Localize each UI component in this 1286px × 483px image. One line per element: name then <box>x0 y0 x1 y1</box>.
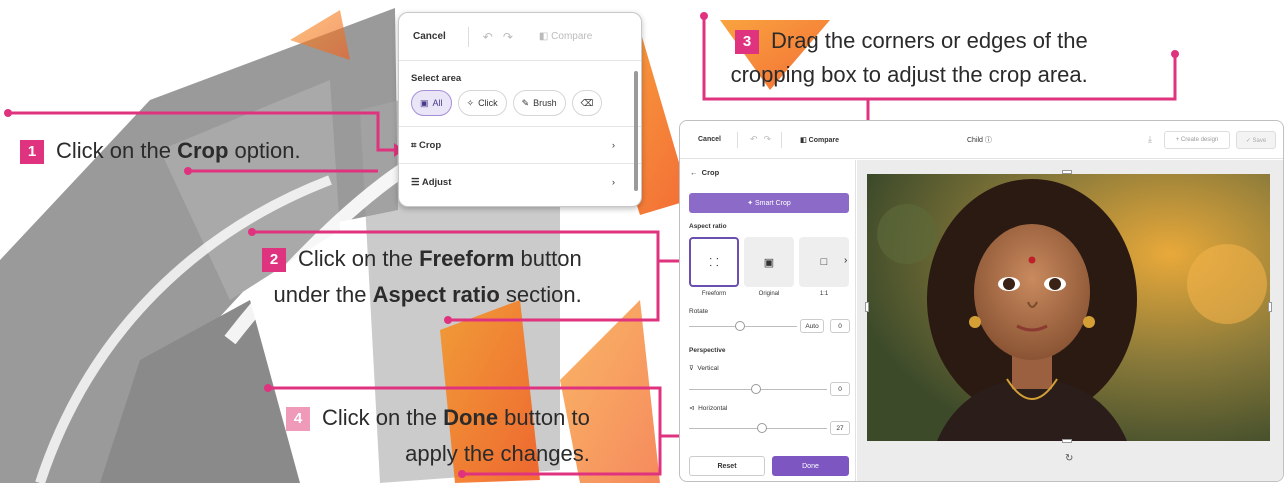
file-name: Child ⓘ <box>967 136 992 144</box>
undo-icon[interactable]: ↶ <box>750 134 758 145</box>
square-icon: □ <box>820 256 828 268</box>
download-icon[interactable]: ⤓ <box>1148 134 1152 145</box>
child-photo <box>867 174 1270 441</box>
done-button[interactable]: Done <box>772 456 849 476</box>
vertical-label: ⊽ Vertical <box>689 365 719 372</box>
panel-toolbar: Cancel ↶ ↷ ◧ Compare <box>399 13 641 61</box>
crop-icon: ⌗ <box>411 139 417 151</box>
perspective-label: Perspective <box>689 347 726 354</box>
horizontal-value[interactable]: 27 <box>830 421 850 435</box>
cancel-button[interactable]: Cancel <box>413 31 446 42</box>
original-ratio-button[interactable]: ▣ <box>744 237 794 287</box>
step-3-number: 3 <box>735 30 759 54</box>
editor-toolbar: Cancel ↶ ↷ ◧ Compare Child ⓘ ⤓ + Create … <box>680 121 1283 159</box>
smart-crop-button[interactable]: ✦ Smart Crop <box>689 193 849 213</box>
reset-button[interactable]: Reset <box>689 456 765 476</box>
arrow-left-icon: ← <box>690 168 698 177</box>
crop-handle-right[interactable] <box>1268 302 1272 312</box>
eraser-icon: ⌫ <box>580 97 594 108</box>
info-icon[interactable]: ⓘ <box>985 137 992 144</box>
cancel-button[interactable]: Cancel <box>698 136 721 143</box>
photo-crop-area[interactable] <box>867 174 1270 441</box>
rotate-value[interactable]: 0 <box>830 319 850 333</box>
freeform-label: Freeform <box>701 291 727 297</box>
scrollbar[interactable] <box>634 71 638 191</box>
step-2-number: 2 <box>262 248 286 272</box>
magic-icon: ✦ <box>747 200 754 207</box>
rotate-icon[interactable]: ↻ <box>1065 453 1073 464</box>
select-area-label: Select area <box>411 73 462 84</box>
step-4-number: 4 <box>286 407 310 431</box>
chevron-right-icon[interactable]: › <box>844 255 847 266</box>
horizontal-label: ⊲ Horizontal <box>689 405 728 412</box>
vertical-perspective-icon: ⊽ <box>689 365 694 372</box>
step-1-number: 1 <box>20 140 44 164</box>
compare-icon: ◧ <box>538 31 549 42</box>
zoomed-edit-panel: Cancel ↶ ↷ ◧ Compare Select area ▣ All ✧ C… <box>398 12 642 207</box>
image-canvas[interactable]: ↻ <box>857 160 1283 481</box>
cursor-sparkle-icon: ✧ <box>466 97 475 108</box>
compare-button[interactable]: ◧ Compare <box>800 136 839 144</box>
chip-more[interactable]: ⌫ <box>571 90 603 116</box>
back-to-edit[interactable]: ← Crop <box>690 168 719 177</box>
vertical-slider-handle[interactable] <box>751 384 761 394</box>
freeform-ratio-button[interactable]: ⸬ <box>689 237 739 287</box>
photo-editor-window: Cancel ↶ ↷ ◧ Compare Child ⓘ ⤓ + Create … <box>679 120 1284 482</box>
crop-option[interactable]: ⌗ Crop › <box>399 126 641 163</box>
undo-icon[interactable]: ↶ <box>483 30 493 44</box>
chevron-right-icon: › <box>611 139 615 151</box>
redo-icon[interactable]: ↷ <box>764 134 772 145</box>
freeform-icon: ⸬ <box>709 256 719 269</box>
chevron-right-icon: › <box>611 176 615 188</box>
chip-click[interactable]: ✧ Click <box>457 90 507 116</box>
step-1-caption: 1 Click on the Crop option. <box>20 135 301 167</box>
aspect-ratio-label: Aspect ratio <box>689 223 727 230</box>
step-3-caption: 3 Drag the corners or edges of the croppi… <box>730 28 1088 87</box>
compare-icon: ◧ <box>800 136 807 144</box>
rotate-slider-handle[interactable] <box>735 321 745 331</box>
select-area-chips: ▣ All ✧ Click ✎ Brush ⌫ <box>399 84 641 116</box>
chip-brush[interactable]: ✎ Brush <box>512 90 566 116</box>
horizontal-slider-handle[interactable] <box>757 423 767 433</box>
redo-icon[interactable]: ↷ <box>503 30 513 44</box>
square-ratio-button[interactable]: □ <box>799 237 849 287</box>
save-button[interactable]: ✓ Save <box>1236 131 1276 149</box>
brush-icon: ✎ <box>521 97 530 108</box>
horizontal-perspective-icon: ⊲ <box>689 405 695 412</box>
compare-button[interactable]: ◧ Compare <box>539 31 592 42</box>
image-icon: ▣ <box>420 97 429 108</box>
chip-all[interactable]: ▣ All <box>411 90 452 116</box>
rotate-auto-button[interactable]: Auto <box>800 319 824 333</box>
adjust-option[interactable]: ☰ Adjust › <box>399 163 641 200</box>
rotate-label: Rotate <box>689 308 709 315</box>
vertical-value[interactable]: 0 <box>830 382 850 396</box>
step-4-caption: 4 Click on the Done button to apply the c… <box>286 402 590 470</box>
crop-handle-bottom[interactable] <box>1062 439 1072 443</box>
step-2-caption: 2 Click on the Freeform button under the … <box>262 243 582 311</box>
crop-handle-left[interactable] <box>865 302 869 312</box>
create-design-button[interactable]: + Create design <box>1164 131 1230 149</box>
sliders-icon: ☰ <box>411 176 420 188</box>
square-label: 1:1 <box>819 291 829 297</box>
crop-sidebar: ← Crop ✦ Smart Crop Aspect ratio ⸬ ▣ □ ›… <box>680 160 856 481</box>
image-icon: ▣ <box>763 256 775 269</box>
original-label: Original <box>758 291 780 297</box>
crop-handle-top[interactable] <box>1062 170 1072 174</box>
